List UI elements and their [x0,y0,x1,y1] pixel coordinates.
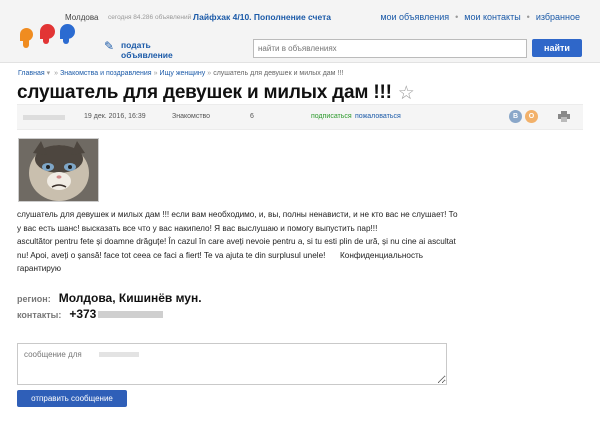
breadcrumb-dating[interactable]: Знакомства и поздравления [60,70,152,77]
top-links: мои объявления • мои контакты • избранно… [380,12,580,22]
message-input[interactable] [17,343,447,385]
vk-share-icon[interactable]: В [509,110,522,123]
breadcrumb: Главная ▾» Знакомства и поздравления» Ищу ж… [18,69,343,77]
post-ad-button[interactable]: ✎ подать объявление [104,39,181,61]
redacted-text [380,225,460,231]
logo-dot-blue [60,24,75,44]
redacted-text [23,115,65,120]
title-row: слушатель для девушек и милых дам !!! ☆ [17,82,415,104]
ad-photo[interactable] [18,138,99,202]
pencil-icon: ✎ [104,39,115,53]
contacts-label: контакты: [17,310,62,320]
my-contacts-link[interactable]: мои контакты [464,12,520,22]
my-ads-link[interactable]: мои объявления [380,12,449,22]
page-title: слушатель для девушек и милых дам !!! [17,82,392,103]
grumpy-cat-image [19,139,98,201]
region-selector[interactable]: Молдова [65,13,98,22]
separator: • [526,12,530,22]
logo-dot-red [40,24,55,44]
send-message-button[interactable]: отправить сообщение [17,390,127,407]
breadcrumb-current: слушатель для девушек и милых дам !!! [213,70,344,77]
separator: » [207,70,212,77]
ok-share-icon[interactable]: O [525,110,538,123]
ad-meta-bar: 19 дек. 2016, 16:39 Знакомство 6 подписа… [17,104,583,130]
contacts-field: контакты: +373 [17,307,164,321]
page: Молдова сегодня 84.286 объявлений Лайфха… [0,0,600,426]
redacted-text [99,352,139,357]
today-count: сегодня 84.286 объявлений [108,14,192,21]
ad-category: Знакомство [172,113,211,120]
search-input[interactable] [253,39,527,58]
site-logo[interactable] [20,24,80,56]
print-icon[interactable] [558,111,570,122]
ad-views: 6 [250,113,254,120]
breadcrumb-home[interactable]: Главная [18,70,45,77]
breadcrumb-looking-woman[interactable]: Ищу женщину [160,70,206,77]
separator: » [153,70,158,77]
search-button[interactable]: найти [532,39,582,57]
phone-prefix: +373 [69,307,97,321]
region-field: регион: Молдова, Кишинёв мун. [17,291,202,305]
header: Молдова сегодня 84.286 объявлений Лайфха… [0,0,600,63]
separator: • [455,12,459,22]
report-link[interactable]: пожаловаться [355,113,401,120]
ad-date: 19 дек. 2016, 16:39 [84,113,146,120]
ad-description: слушатель для девушек и милых дам !!! ес… [17,208,462,276]
region-label: регион: [17,294,51,304]
logo-dot-orange [20,28,33,48]
separator: » [54,70,59,77]
promo-link[interactable]: Лайфхак 4/10. Пополнение счета [193,12,331,22]
redacted-phone [98,311,164,319]
phone-number[interactable]: +373 [69,307,164,321]
region-value: Молдова, Кишинёв мун. [58,291,202,305]
favorites-link[interactable]: избранное [536,12,580,22]
post-ad-label: подать объявление [121,40,173,60]
star-icon[interactable]: ☆ [398,84,415,103]
chevron-down-icon: ▾ [46,70,51,77]
subscribe-link[interactable]: подписаться [311,113,352,120]
